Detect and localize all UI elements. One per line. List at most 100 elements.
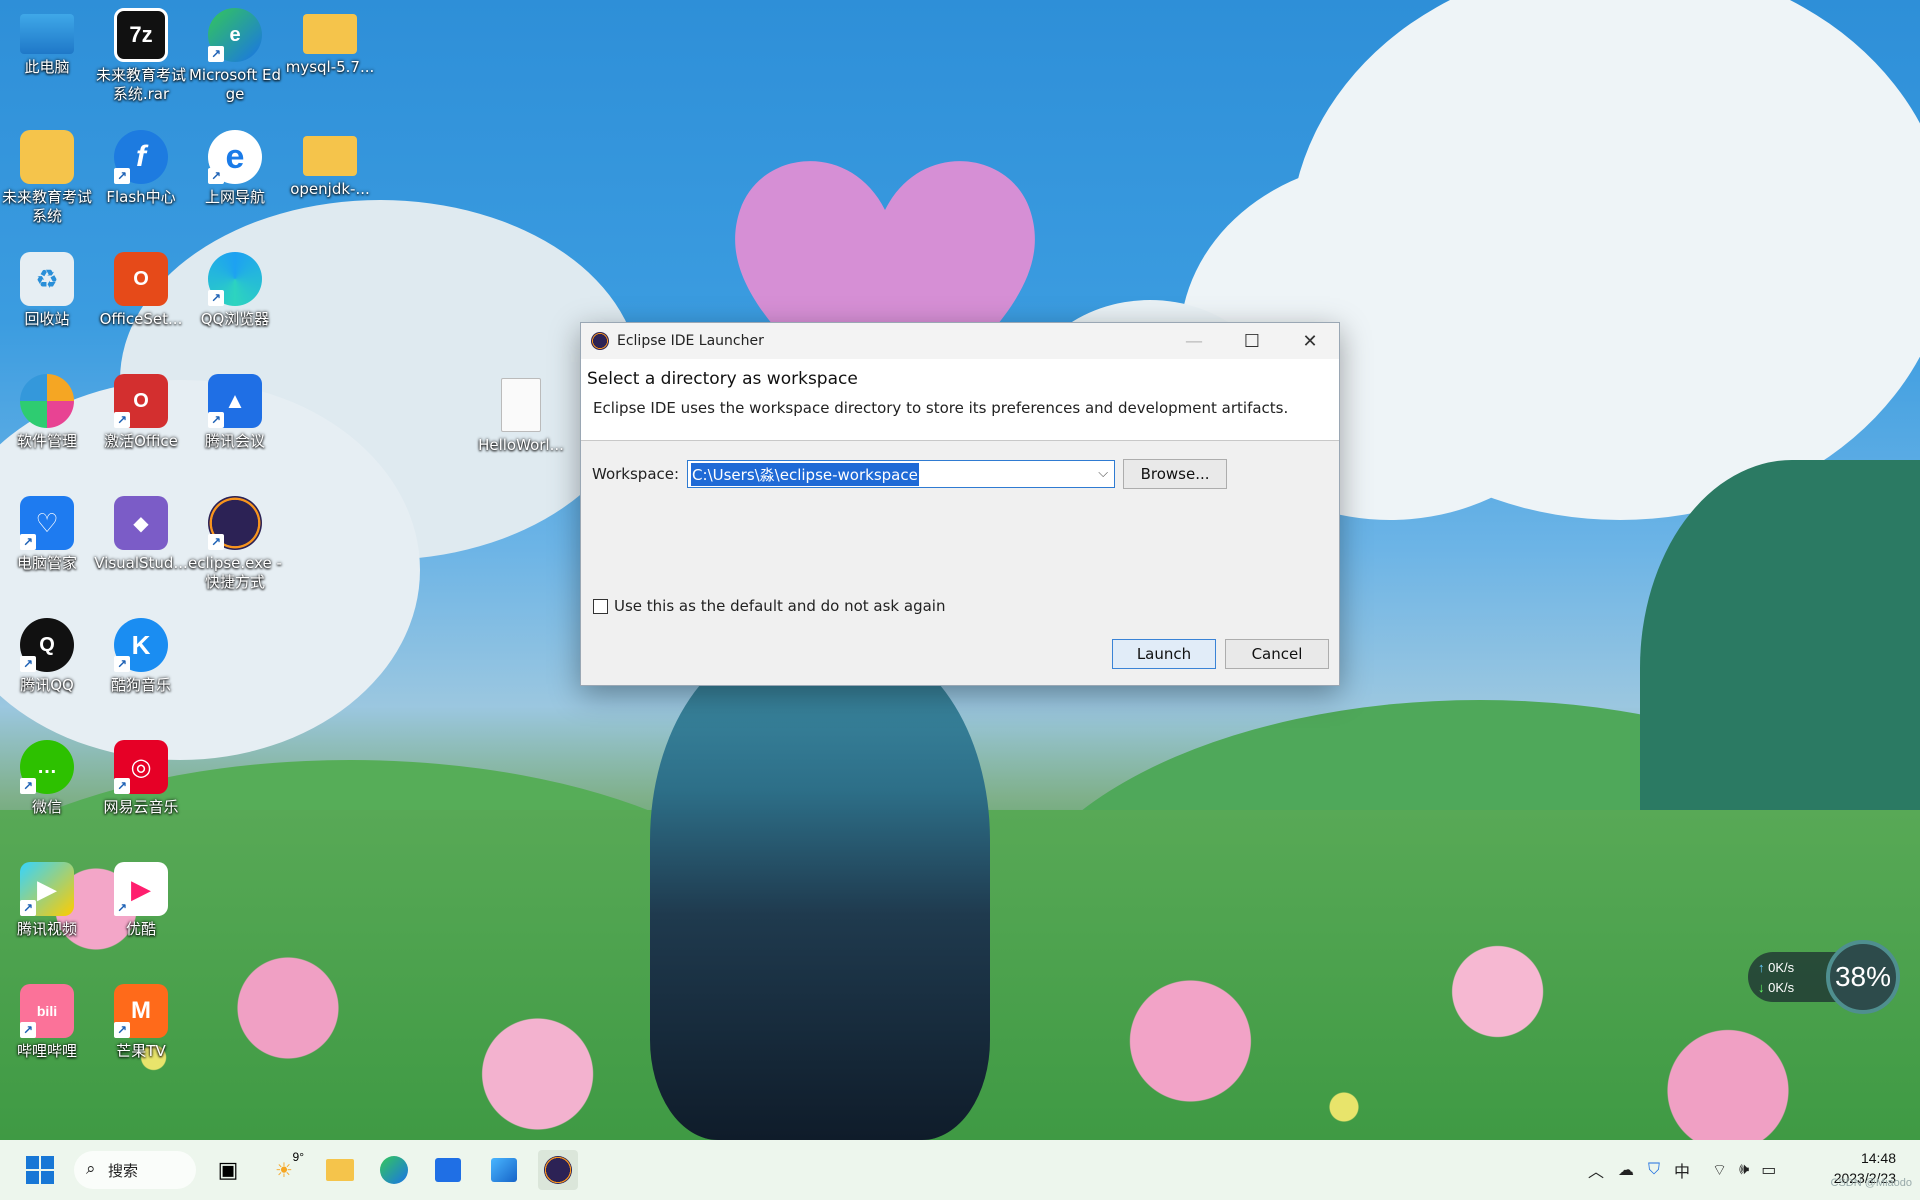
desktop-icon-qq[interactable]: Q ↗ 腾讯QQ <box>0 614 94 695</box>
minimize-icon: — <box>1185 330 1203 352</box>
desktop-icon-label: 腾讯会议 <box>204 432 265 450</box>
dialog-title: Eclipse IDE Launcher <box>617 333 764 349</box>
recycle-bin-icon: ♻ <box>20 252 74 306</box>
file-explorer-button[interactable] <box>320 1150 360 1190</box>
store-icon <box>435 1158 461 1182</box>
desktop-icon-label: 腾讯QQ <box>20 676 74 694</box>
shield-icon[interactable]: ⛉ <box>1648 1161 1660 1179</box>
desktop-icon-flash[interactable]: f ↗ Flash中心 <box>94 126 188 207</box>
mango-tv-icon: M ↗ <box>114 984 168 1038</box>
desktop-icon-label: 回收站 <box>24 310 70 328</box>
desktop-icon-activate-office[interactable]: O ↗ 激活Office <box>94 370 188 451</box>
start-button[interactable] <box>20 1150 60 1190</box>
upload-arrow-icon: ↑ <box>1758 960 1765 975</box>
weather-widget[interactable]: ☀ 9° <box>264 1150 304 1190</box>
browse-button[interactable]: Browse... <box>1123 459 1228 489</box>
search-label: 搜索 <box>108 1161 139 1180</box>
chevron-up-icon[interactable]: ︿ <box>1588 1158 1604 1182</box>
desktop-icon-label: 激活Office <box>104 432 178 450</box>
desktop-icon-wechat[interactable]: … ↗ 微信 <box>0 736 94 817</box>
volume-icon[interactable]: 🕪 <box>1739 1161 1749 1179</box>
eclipse-logo-icon <box>591 332 609 350</box>
default-checkbox[interactable] <box>593 598 608 614</box>
youku-icon: ▶ ↗ <box>114 862 168 916</box>
desktop-icon-visualstudio[interactable]: ◆ VisualStud... <box>94 492 188 573</box>
desktop-icon-exam-rar[interactable]: 7z 未来教育考试系统.rar <box>94 4 188 104</box>
weather-sun-icon: ☀ <box>275 1159 293 1182</box>
desktop-icon-label: 腾讯视频 <box>16 920 77 938</box>
photos-taskbar-button[interactable] <box>484 1150 524 1190</box>
desktop-icon-this-pc[interactable]: 此电脑 <box>0 4 94 77</box>
default-checkbox-label[interactable]: Use this as the default and do not ask a… <box>614 597 945 615</box>
task-view-button[interactable]: ▣ <box>208 1150 248 1190</box>
launch-button[interactable]: Launch <box>1112 639 1216 669</box>
desktop-icon-eclipse-shortcut[interactable]: ↗ eclipse.exe - 快捷方式 <box>188 492 282 592</box>
maximize-button[interactable]: ☐ <box>1223 323 1281 359</box>
wechat-icon: … ↗ <box>20 740 74 794</box>
minimize-button[interactable]: — <box>1165 323 1223 359</box>
memory-usage-percent: 38% <box>1834 961 1892 992</box>
chevron-down-icon[interactable]: ⌵ <box>1098 466 1108 481</box>
desktop-icon-helloworld[interactable]: HelloWorl... <box>474 374 568 455</box>
maximize-icon: ☐ <box>1243 330 1261 352</box>
battery-icon[interactable]: ▭ <box>1761 1160 1776 1180</box>
text-file-icon <box>501 378 541 432</box>
qq-penguin-icon: Q ↗ <box>20 618 74 672</box>
taskbar-search[interactable]: ⌕ 搜索 <box>74 1151 196 1189</box>
desktop-icon-tencent-meeting[interactable]: ▲ ↗ 腾讯会议 <box>188 370 282 451</box>
play-icon: ▶ ↗ <box>20 862 74 916</box>
netease-music-icon: ◎ ↗ <box>114 740 168 794</box>
desktop-icon-mango-tv[interactable]: M ↗ 芒果TV <box>94 980 188 1061</box>
desktop-icon-officeset[interactable]: O OfficeSet... <box>94 248 188 329</box>
desktop-icon-kugou[interactable]: K ↗ 酷狗音乐 <box>94 614 188 695</box>
desktop-icon-exam-folder[interactable]: 未来教育考试系统 <box>0 126 94 226</box>
desktop-icon-bilibili[interactable]: bili ↗ 哔哩哔哩 <box>0 980 94 1061</box>
cancel-button[interactable]: Cancel <box>1225 639 1329 669</box>
desktop-icon-edge[interactable]: e ↗ Microsoft Edge <box>188 4 282 104</box>
desktop-icon-mysql-folder[interactable]: mysql-5.7... <box>283 4 377 77</box>
default-checkbox-row[interactable]: Use this as the default and do not ask a… <box>593 597 945 615</box>
desktop-icon-openjdk[interactable]: openjdk-... <box>283 126 377 199</box>
eclipse-launcher-dialog: Eclipse IDE Launcher — ☐ ✕ Select a dire… <box>580 322 1340 686</box>
windows-logo-icon <box>26 1156 54 1184</box>
desktop-icon-label: HelloWorl... <box>478 436 564 454</box>
desktop-icon-tencent-video[interactable]: ▶ ↗ 腾讯视频 <box>0 858 94 939</box>
character-figure <box>650 640 990 1140</box>
eclipse-taskbar-button[interactable] <box>538 1150 578 1190</box>
desktop-icon-pc-manager[interactable]: ♡ ↗ 电脑管家 <box>0 492 94 573</box>
workspace-combo[interactable]: C:\Users\淼\eclipse-workspace ⌵ <box>687 460 1116 488</box>
dialog-heading: Select a directory as workspace <box>587 369 858 389</box>
desktop-icon-software-manager[interactable]: 软件管理 <box>0 370 94 451</box>
dialog-titlebar[interactable]: Eclipse IDE Launcher — ☐ ✕ <box>581 323 1339 359</box>
desktop-icon-label: 未来教育考试系统.rar <box>95 66 186 103</box>
download-arrow-icon: ↓ <box>1758 980 1765 995</box>
eclipse-icon <box>544 1156 572 1184</box>
folder-icon <box>303 14 357 54</box>
desktop-icon-label: 此电脑 <box>24 58 70 76</box>
desktop-icon-label: 未来教育考试系统 <box>1 188 92 225</box>
close-button[interactable]: ✕ <box>1281 323 1339 359</box>
desktop-icon-netease-music[interactable]: ◎ ↗ 网易云音乐 <box>94 736 188 817</box>
desktop-icon-web-nav[interactable]: e ↗ 上网导航 <box>188 126 282 207</box>
desktop-icon-label: mysql-5.7... <box>285 58 375 76</box>
ie-icon: e ↗ <box>208 130 262 184</box>
system-tray: ︿ ☁ ⛉ 中 ⌔ 🕪 ▭ <box>1588 1140 1776 1200</box>
desktop-icon-label: 酷狗音乐 <box>110 676 171 694</box>
ime-indicator[interactable]: 中 <box>1674 1158 1690 1182</box>
clock-time: 14:48 <box>1860 1150 1896 1166</box>
wifi-icon[interactable]: ⌔ <box>1712 1160 1727 1180</box>
desktop-icon-recycle-bin[interactable]: ♻ 回收站 <box>0 248 94 329</box>
cloud-icon[interactable]: ☁ <box>1618 1160 1634 1180</box>
desktop-icon-qq-browser[interactable]: ↗ QQ浏览器 <box>188 248 282 329</box>
edge-taskbar-button[interactable] <box>374 1150 414 1190</box>
dialog-description: Eclipse IDE uses the workspace directory… <box>593 399 1289 417</box>
desktop-icon-label: 软件管理 <box>16 432 77 450</box>
desktop-icon-youku[interactable]: ▶ ↗ 优酷 <box>94 858 188 939</box>
desktop-icon-label: 上网导航 <box>204 188 265 206</box>
memory-usage-gauge[interactable]: 38% <box>1826 940 1900 1014</box>
workspace-input[interactable]: C:\Users\淼\eclipse-workspace <box>691 462 919 486</box>
desktop-icon-label: 微信 <box>31 798 62 816</box>
qq-browser-icon: ↗ <box>208 252 262 306</box>
store-taskbar-button[interactable] <box>428 1150 468 1190</box>
upload-speed: 0K/s <box>1768 960 1795 975</box>
